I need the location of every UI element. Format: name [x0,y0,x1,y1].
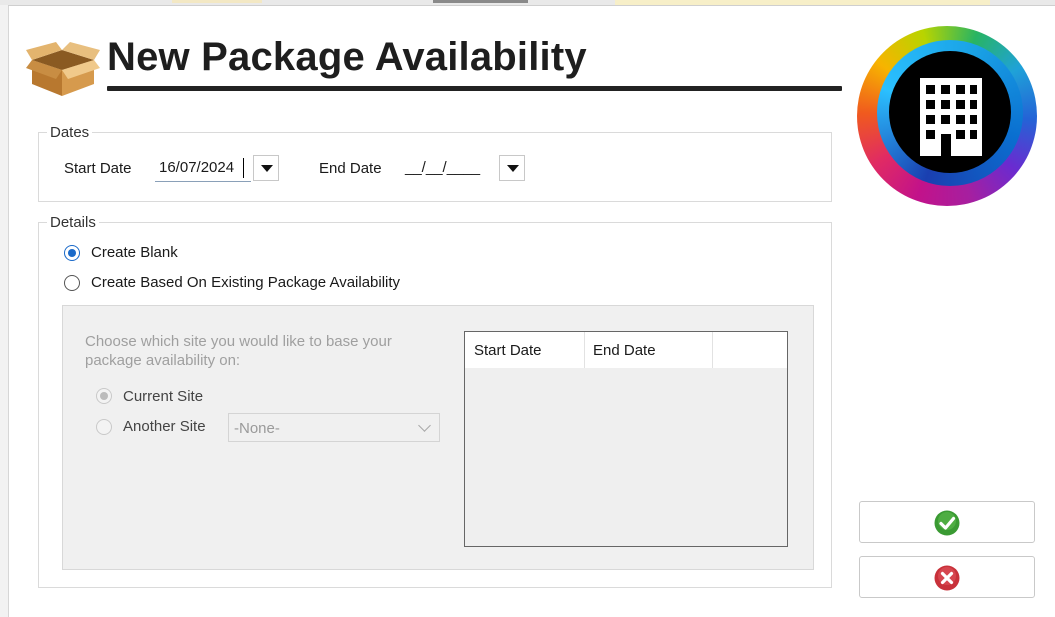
cancel-button[interactable] [859,556,1035,598]
another-site-select-value: -None- [234,420,280,437]
dialog-title: New Package Availability [107,35,587,79]
details-legend: Details [50,214,96,231]
current-site-radio[interactable] [96,388,112,404]
base-prompt-line1: Choose which site you would like to base… [85,333,392,350]
title-underline [107,86,842,91]
grid-column-start-date[interactable]: Start Date [474,342,542,359]
package-box-icon [26,42,100,96]
another-site-radio[interactable] [96,419,112,435]
base-prompt-line2: package availability on: [85,352,241,369]
grid-column-end-date[interactable]: End Date [593,342,656,359]
end-date-dropdown-button[interactable] [499,155,525,181]
another-site-select[interactable]: -None- [228,413,440,442]
start-date-label: Start Date [64,160,132,177]
end-date-label: End Date [319,160,382,177]
another-site-label[interactable]: Another Site [123,418,206,435]
background-window-edge [0,5,9,617]
end-date-input[interactable]: __/__/____ [401,155,497,181]
text-caret [243,158,244,178]
checkmark-icon [934,510,960,536]
column-separator [712,332,713,368]
dialog-top-border [8,5,1055,6]
column-separator [584,332,585,368]
start-date-dropdown-button[interactable] [253,155,279,181]
create-based-on-existing-radio[interactable] [64,275,80,291]
create-blank-radio[interactable] [64,245,80,261]
close-x-icon [934,565,960,591]
create-based-on-existing-label[interactable]: Create Based On Existing Package Availab… [91,274,400,291]
current-site-label[interactable]: Current Site [123,388,203,405]
start-date-input[interactable]: 16/07/2024 [155,155,251,182]
create-blank-label[interactable]: Create Blank [91,244,178,261]
building-icon [920,78,982,156]
confirm-button[interactable] [859,501,1035,543]
dates-legend: Dates [50,124,90,141]
